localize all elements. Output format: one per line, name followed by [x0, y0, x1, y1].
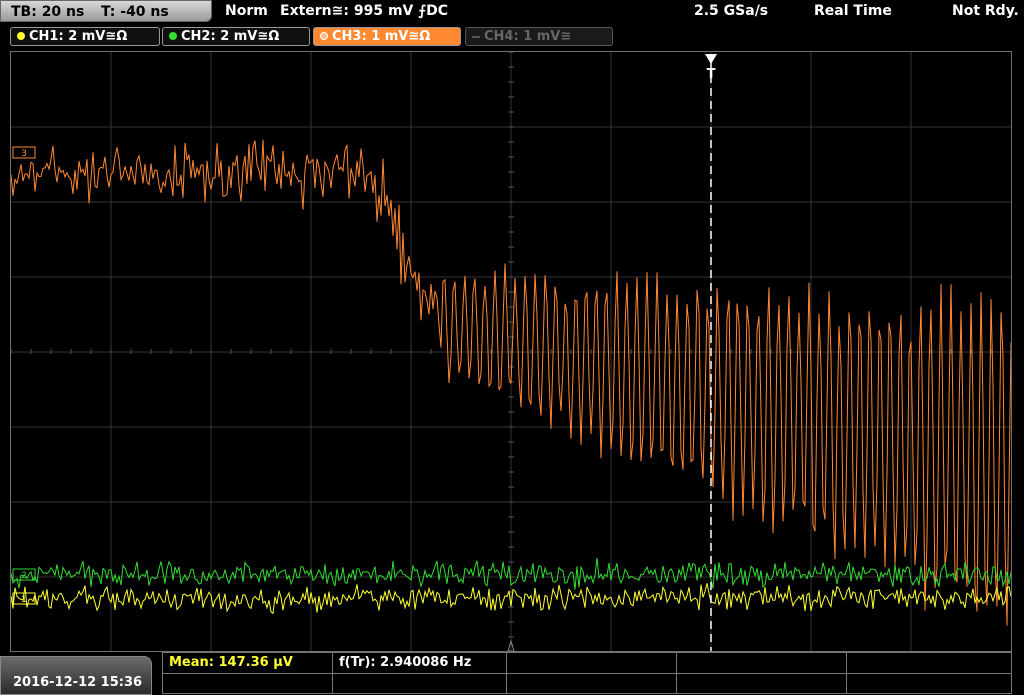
date-panel: 2016-12-12 15:36 — [0, 656, 152, 695]
trigger-offset-label: T: -40 ns — [101, 4, 169, 20]
ch1-label: CH1: 2 mV≅Ω — [29, 29, 128, 44]
ch3-offset-label: 3 — [21, 149, 27, 159]
channel-button-ch3[interactable]: CH3: 1 mV≅Ω — [313, 27, 461, 46]
trigger-mode[interactable]: Norm — [225, 3, 268, 19]
date-time: 2016-12-12 15:36 — [13, 675, 143, 690]
measure-cell-empty-4[interactable] — [333, 674, 507, 694]
ch4-label: CH4: 1 mV≅ — [484, 29, 572, 44]
ch1-indicator-icon — [17, 32, 25, 40]
measurement-panel[interactable]: Mean: 147.36 μV f(Tr): 2.940086 Hz — [162, 652, 1012, 694]
measure-cell-empty-5[interactable] — [507, 674, 677, 694]
timebase-box[interactable]: TB: 20 ns T: -40 ns — [0, 0, 212, 22]
measure-cell-mean[interactable]: Mean: 147.36 μV — [163, 653, 333, 673]
measure-cell-empty-2[interactable] — [677, 653, 847, 673]
channel-button-ch4[interactable]: CH4: 1 mV≅ — [465, 27, 613, 46]
ch1-offset-label: 1 — [21, 595, 27, 605]
status-bar: TB: 20 ns T: -40 ns Norm Extern≅: 995 mV… — [0, 0, 1024, 24]
measure-frequency: f(Tr): 2.940086 Hz — [339, 655, 472, 670]
sample-rate: 2.5 GSa/s — [694, 3, 769, 19]
trigger-source[interactable]: Extern≅: 995 mV ⨍DC — [280, 3, 448, 19]
waveform-canvas: T 3 2 1 — [11, 52, 1011, 651]
ch2-offset-label: 2 — [21, 571, 27, 581]
ch2-label: CH2: 2 mV≅Ω — [181, 29, 280, 44]
acquisition-mode: Real Time — [814, 3, 892, 19]
measure-cell-freq[interactable]: f(Tr): 2.940086 Hz — [333, 653, 507, 673]
trigger-arrow-icon[interactable] — [705, 54, 717, 64]
measure-mean: Mean: 147.36 μV — [169, 655, 293, 670]
measure-cell-empty-3[interactable] — [163, 674, 333, 694]
ch3-label: CH3: 1 mV≅Ω — [332, 29, 431, 44]
ch4-indicator-icon — [472, 36, 480, 38]
acquisition-state: Not Rdy. — [952, 3, 1019, 19]
measure-cell-empty-6[interactable] — [677, 674, 847, 694]
measure-cell-empty-1[interactable] — [507, 653, 677, 673]
ch3-indicator-icon — [320, 32, 328, 40]
trigger-marker-label: T — [707, 67, 716, 82]
ch2-indicator-icon — [169, 32, 177, 40]
waveform-display[interactable]: T 3 2 1 — [10, 51, 1012, 652]
measure-row-2 — [163, 673, 1011, 694]
channel-button-ch1[interactable]: CH1: 2 mV≅Ω — [10, 27, 160, 46]
channel-bar: CH1: 2 mV≅Ω CH2: 2 mV≅Ω CH3: 1 mV≅Ω CH4:… — [0, 26, 1024, 48]
timebase-label: TB: 20 ns — [11, 4, 85, 20]
channel-button-ch2[interactable]: CH2: 2 mV≅Ω — [162, 27, 310, 46]
